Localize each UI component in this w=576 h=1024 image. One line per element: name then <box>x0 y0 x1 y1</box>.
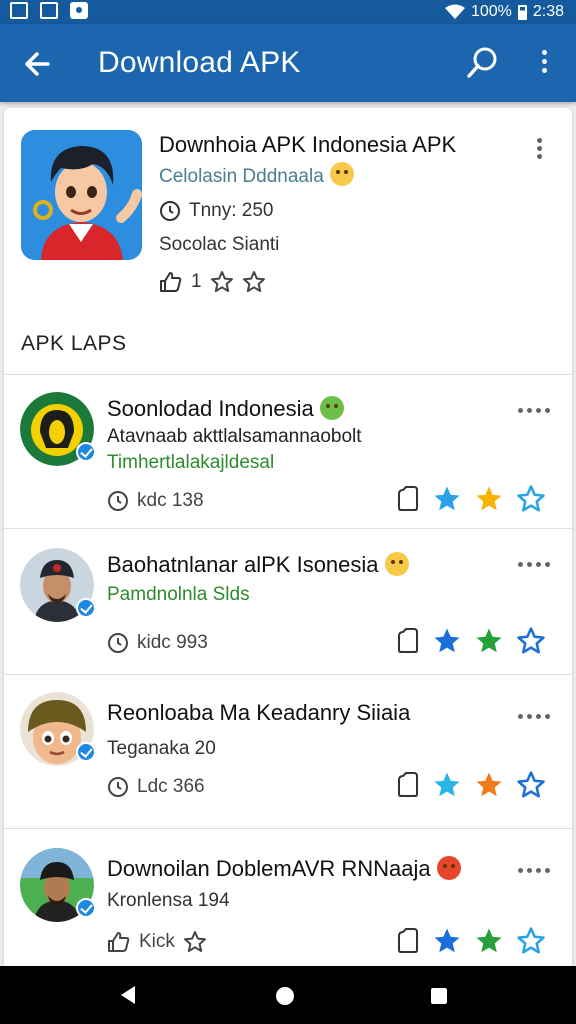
bookmark-icon[interactable] <box>396 772 420 798</box>
app-bar: Download APK <box>0 24 576 102</box>
featured-app-title[interactable]: Downhoia APK Indonesia APK <box>159 132 456 158</box>
system-nav-bar <box>0 966 576 1024</box>
divider <box>4 528 572 529</box>
star-filled-icon[interactable] <box>432 770 462 800</box>
bookmark-icon[interactable] <box>396 486 420 512</box>
featured-app-subtitle: Celolasin Dddnaala <box>159 162 354 188</box>
avatar <box>20 548 96 622</box>
clock-icon <box>108 491 128 511</box>
app-description: Atavnaab akttlalsamannaobolt <box>107 426 362 447</box>
app-description: Kronlensa 194 <box>107 890 230 911</box>
thumbs-up-icon[interactable] <box>107 931 131 953</box>
clock-icon <box>108 633 128 653</box>
star-outline-icon[interactable] <box>183 930 207 954</box>
verified-badge-icon <box>76 442 96 462</box>
app-tag: Pamdnolnla Slds <box>107 584 250 605</box>
avatar <box>20 692 96 766</box>
star-outline-icon[interactable] <box>516 926 546 956</box>
section-title: APK LAPS <box>21 332 127 355</box>
bookmark-icon[interactable] <box>396 628 420 654</box>
battery-icon <box>517 4 527 20</box>
rating-stars <box>396 484 546 514</box>
star-outline-icon[interactable] <box>242 270 266 294</box>
app-meta: Ldc 366 <box>107 776 205 798</box>
more-options-icon[interactable] <box>518 562 550 567</box>
app-meta: kdc 138 <box>107 490 204 512</box>
featured-more-icon[interactable] <box>532 136 546 160</box>
app-description: Teganaka 20 <box>107 738 216 759</box>
bookmark-icon[interactable] <box>396 928 420 954</box>
more-options-icon[interactable] <box>518 408 550 413</box>
page-title: Download APK <box>98 46 301 79</box>
divider <box>4 674 572 675</box>
star-outline-icon[interactable] <box>210 270 234 294</box>
featured-app-developer: Socolac Sianti <box>159 234 280 255</box>
star-filled-icon[interactable] <box>474 626 504 656</box>
overflow-menu-icon[interactable] <box>530 46 558 82</box>
app-meta: Kick <box>107 930 207 954</box>
list-item[interactable]: Reonloaba Ma Keadanry Siiaia Teganaka 20… <box>4 676 572 830</box>
app-title: Baohatnlanar alPK Isonesia <box>107 552 409 578</box>
gallery-notification-icon <box>10 2 28 19</box>
app-tag: Timhertlalakajldesal <box>107 452 275 473</box>
app-list-card: Downhoia APK Indonesia APK Celolasin Ddd… <box>4 108 572 970</box>
app-meta: kidc 993 <box>107 632 208 654</box>
more-options-icon[interactable] <box>518 714 550 719</box>
verified-badge-icon <box>76 598 96 618</box>
list-item[interactable]: Downoilan DoblemAVR RNNaaja Kronlensa 19… <box>4 830 572 970</box>
wifi-icon <box>444 4 465 19</box>
star-outline-icon[interactable] <box>516 484 546 514</box>
star-filled-icon[interactable] <box>474 484 504 514</box>
battery-percent: 100% <box>470 3 512 20</box>
star-outline-icon[interactable] <box>516 770 546 800</box>
more-options-icon[interactable] <box>518 868 550 873</box>
chart-notification-icon <box>40 2 58 19</box>
back-arrow-icon[interactable] <box>18 44 58 84</box>
verified-badge-icon <box>76 742 96 762</box>
rating-stars <box>396 770 546 800</box>
search-icon[interactable] <box>462 44 502 84</box>
rating-stars <box>396 626 546 656</box>
nav-home-icon[interactable] <box>276 987 294 1005</box>
star-filled-icon[interactable] <box>432 926 462 956</box>
avatar <box>20 848 96 922</box>
featured-app-meta: Tnny: 250 <box>159 200 274 222</box>
app-title: Soonlodad Indonesia <box>107 396 344 422</box>
divider <box>4 374 572 375</box>
rating-stars <box>396 926 546 956</box>
star-filled-icon[interactable] <box>432 484 462 514</box>
star-filled-icon[interactable] <box>474 770 504 800</box>
star-outline-icon[interactable] <box>516 626 546 656</box>
verified-badge-icon <box>76 898 96 918</box>
emoji-icon <box>319 396 344 420</box>
list-item[interactable]: Soonlodad Indonesia Atavnaab akttlalsama… <box>4 376 572 530</box>
nav-back-icon[interactable] <box>121 986 135 1004</box>
featured-app-rating: 1 <box>159 270 266 294</box>
emoji-icon <box>384 552 409 576</box>
divider <box>4 828 572 829</box>
status-bar: 100% 2:38 <box>0 0 576 24</box>
featured-app-icon[interactable] <box>21 130 142 260</box>
app-notification-icon <box>70 2 88 19</box>
clock-icon <box>108 777 128 797</box>
emoji-icon <box>436 856 461 880</box>
avatar <box>20 392 96 466</box>
star-filled-icon[interactable] <box>474 926 504 956</box>
emoji-icon <box>329 162 354 186</box>
thumbs-up-icon[interactable] <box>159 271 183 293</box>
clock: 2:38 <box>532 3 564 20</box>
app-title: Downoilan DoblemAVR RNNaaja <box>107 856 461 882</box>
list-item[interactable]: Baohatnlanar alPK Isonesia Pamdnolnla Sl… <box>4 530 572 684</box>
clock-icon <box>160 201 180 221</box>
star-filled-icon[interactable] <box>432 626 462 656</box>
nav-recents-icon[interactable] <box>431 988 447 1004</box>
app-title: Reonloaba Ma Keadanry Siiaia <box>107 700 411 725</box>
